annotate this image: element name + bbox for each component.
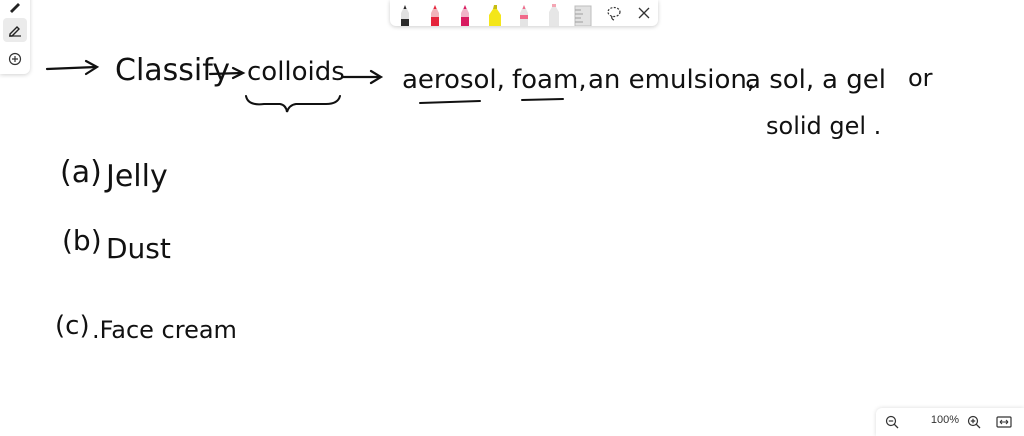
arrow-3 <box>340 69 384 85</box>
aerosol-text: aerosol, <box>402 65 505 95</box>
question-c-text: .Face cream <box>92 316 237 344</box>
question-c-label: (c) <box>55 311 90 341</box>
foam-underline <box>521 98 564 101</box>
arrow-1 <box>45 59 100 76</box>
zoom-toolbar: 100% <box>876 408 1024 436</box>
question-b-text: Dust <box>106 232 171 265</box>
gel-text: a gel <box>822 65 886 95</box>
question-b-label: (b) <box>62 224 102 257</box>
emulsion-text: an emulsion, <box>588 65 755 95</box>
fit-width-icon[interactable] <box>994 412 1014 432</box>
foam-text: foam, <box>512 65 587 95</box>
ink-canvas[interactable]: Classify colloids aerosol, foam, an emul… <box>0 0 1024 436</box>
zoom-out-icon[interactable] <box>882 412 902 432</box>
or-text: or <box>908 64 933 92</box>
sol-text: a sol, <box>745 65 814 95</box>
question-a-label: (a) <box>60 155 102 190</box>
classify-text: Classify <box>115 53 230 88</box>
solid-gel-text: solid gel . <box>766 112 881 140</box>
colloids-text: colloids <box>247 57 345 87</box>
aerosol-underline <box>419 100 481 104</box>
brace-under-colloids <box>245 95 341 113</box>
zoom-in-icon[interactable] <box>964 412 984 432</box>
question-a-text: Jelly <box>104 159 168 194</box>
